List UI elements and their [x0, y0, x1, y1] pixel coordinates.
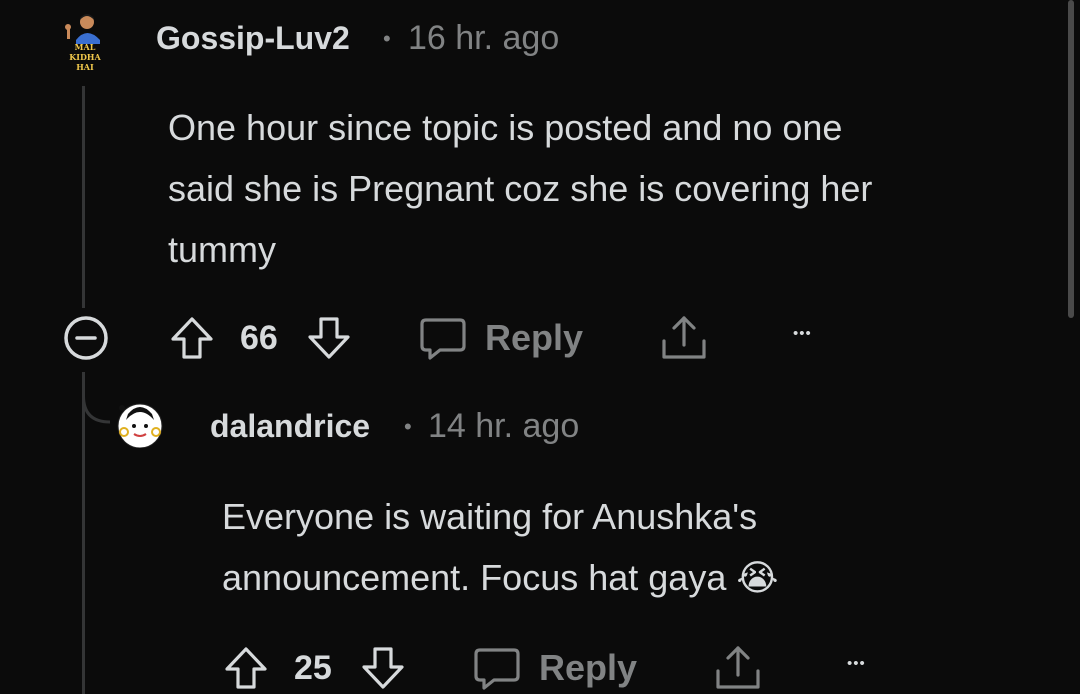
comment-username[interactable]: Gossip-Luv2 [156, 20, 350, 57]
avatar-dalandrice[interactable] [116, 400, 164, 449]
reply-label: Reply [485, 317, 584, 358]
comment-body-line: One hour since topic is posted and no on… [168, 107, 843, 148]
upvote-icon[interactable] [222, 644, 270, 692]
reply-label: Reply [539, 647, 638, 688]
thread-line[interactable] [82, 86, 85, 308]
avatar-caption-line-2: HAI [76, 62, 94, 72]
separator-dot: • [404, 414, 412, 439]
comment-body-line: tummy [168, 229, 276, 270]
vote-count: 66 [240, 319, 278, 357]
comment-timestamp: 14 hr. ago [428, 407, 580, 445]
avatar-caption-line-1: MAL KIDHA [69, 42, 101, 62]
reply-button[interactable]: Reply [472, 644, 652, 692]
comment-body-line: announcement. Focus hat gaya 😭 [222, 547, 778, 609]
comment-body-line: Everyone is waiting for Anushka's [222, 496, 758, 537]
collapse-icon[interactable] [62, 314, 110, 362]
share-icon[interactable] [714, 643, 762, 693]
scrollbar[interactable] [1068, 0, 1074, 318]
comment-timestamp: 16 hr. ago [408, 19, 560, 57]
thread-connector [82, 396, 111, 424]
avatar-caption: MAL KIDHA HAI [58, 42, 112, 72]
comment-username[interactable]: dalandrice [210, 408, 370, 445]
reply-icon [418, 316, 468, 362]
downvote-icon[interactable] [359, 644, 407, 692]
crying-emoji: 😭 [736, 558, 779, 599]
reply-icon [472, 646, 522, 692]
avatar-image [117, 403, 163, 449]
comment-body: One hour since topic is posted and no on… [168, 97, 872, 280]
downvote-icon[interactable] [305, 314, 353, 362]
vote-count: 25 [294, 649, 332, 687]
comment-body-line: said she is Pregnant coz she is covering… [168, 168, 873, 209]
more-options-icon[interactable]: ••• [793, 325, 812, 342]
upvote-icon[interactable] [168, 314, 216, 362]
reply-button[interactable]: Reply [418, 314, 598, 362]
separator-dot: • [383, 26, 391, 51]
more-options-icon[interactable]: ••• [847, 655, 866, 672]
share-icon[interactable] [660, 313, 708, 363]
comment-body: Everyone is waiting for Anushka's announ… [222, 486, 778, 609]
avatar-gossip-luv2[interactable]: MAL KIDHA HAI [58, 14, 112, 72]
comment-body-text: announcement. Focus hat gaya [222, 557, 727, 598]
